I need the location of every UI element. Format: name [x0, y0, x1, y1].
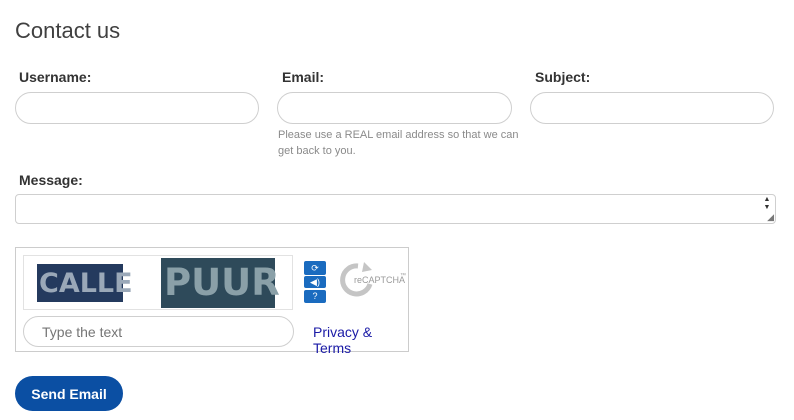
send-email-label: Send Email — [31, 385, 107, 402]
captcha-widget: CALLE PUUR ⟳ ◀) ? reCAPTCHA ™ Privacy & … — [15, 247, 409, 356]
captcha-word-2: PUUR — [164, 261, 280, 304]
help-icon[interactable]: ? — [304, 290, 326, 303]
username-label: Username: — [19, 69, 92, 85]
privacy-terms-link[interactable]: Privacy & Terms — [313, 324, 408, 356]
subject-label: Subject: — [535, 69, 591, 85]
send-email-button[interactable]: Send Email — [15, 376, 123, 411]
captcha-text-input[interactable] — [23, 316, 294, 347]
email-label: Email: — [282, 69, 325, 85]
message-label: Message: — [19, 172, 83, 188]
spinner-down-icon[interactable]: ▼ — [762, 204, 772, 212]
recaptcha-logo: reCAPTCHA ™ — [338, 260, 408, 300]
page-title: Contact us — [15, 18, 121, 43]
refresh-icon[interactable]: ⟳ — [304, 261, 326, 275]
email-help-text: Please use a REAL email address so that … — [278, 129, 519, 157]
audio-icon[interactable]: ◀) — [304, 276, 326, 288]
captcha-word-1: CALLE — [39, 268, 133, 299]
email-input[interactable] — [277, 92, 512, 124]
username-input[interactable] — [15, 92, 259, 124]
captcha-image: CALLE PUUR — [23, 255, 293, 310]
subject-input[interactable] — [530, 92, 774, 124]
message-spinner[interactable]: ▲ ▼ — [762, 196, 772, 212]
resize-grip-icon[interactable]: ◢ — [767, 212, 774, 223]
message-textarea[interactable] — [15, 194, 776, 224]
spinner-up-icon[interactable]: ▲ — [762, 196, 772, 204]
message-field: ▲ ▼ ◢ — [15, 194, 776, 224]
recaptcha-brand-text: reCAPTCHA — [354, 275, 406, 285]
recaptcha-tm: ™ — [400, 273, 406, 279]
